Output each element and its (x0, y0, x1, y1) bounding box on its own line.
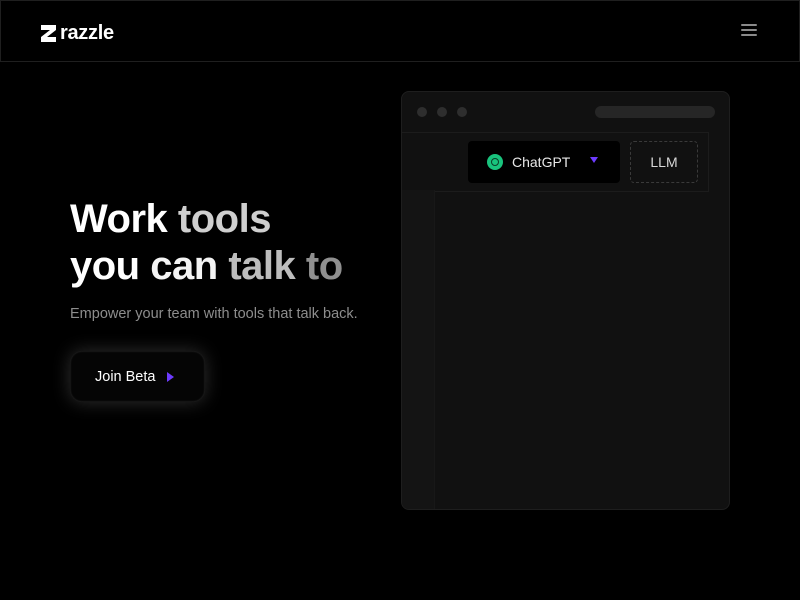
hamburger-menu-icon[interactable] (741, 24, 757, 38)
caret-down-icon (590, 157, 598, 163)
model-select-dropdown[interactable]: ChatGPT (468, 141, 620, 183)
hero-word: can (150, 244, 218, 288)
razzle-logo[interactable]: razzle (41, 22, 114, 44)
app-preview-window: ChatGPT LLM (401, 91, 730, 510)
hero-word: Work (70, 197, 168, 241)
logo-wordmark: razzle (60, 21, 114, 44)
window-dot-icon (437, 107, 447, 117)
join-beta-button[interactable]: Join Beta (70, 351, 205, 402)
hero-heading-line-1: Work tools (70, 196, 343, 243)
razzle-logo-mark-icon (41, 24, 56, 42)
chatgpt-icon (487, 154, 503, 170)
join-beta-label: Join Beta (95, 368, 156, 385)
hero-heading-line-2: you can talk to (70, 243, 343, 290)
hero-heading: Work tools you can talk to (70, 196, 343, 290)
hero-word: tools (177, 197, 272, 241)
window-dot-icon (457, 107, 467, 117)
play-arrow-icon (167, 371, 175, 382)
address-bar-placeholder (595, 106, 715, 118)
hero-word: you (70, 244, 140, 288)
llm-tag[interactable]: LLM (630, 141, 698, 183)
hero-word: to (305, 244, 343, 288)
model-select-value: ChatGPT (512, 154, 571, 170)
hero-word: talk (228, 244, 296, 288)
preview-sidebar (402, 190, 435, 509)
top-navigation-bar: razzle (0, 0, 800, 62)
window-dot-icon (417, 107, 427, 117)
hero-subtitle: Empower your team with tools that talk b… (70, 306, 358, 322)
